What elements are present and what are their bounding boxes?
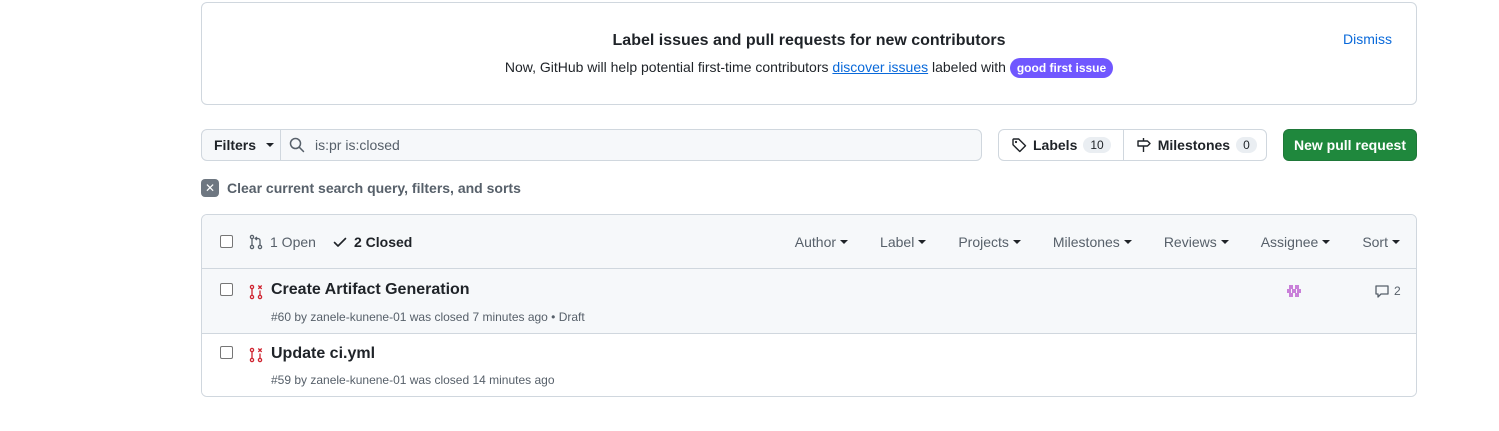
caret-down-icon: [1123, 240, 1132, 244]
search-input[interactable]: [315, 137, 955, 153]
close-icon: ✕: [201, 179, 219, 197]
select-all-checkbox[interactable]: [220, 235, 233, 248]
reviews-filter-label: Reviews: [1163, 234, 1217, 250]
caret-down-icon: [266, 143, 275, 147]
closed-count-label: 2 Closed: [354, 234, 413, 250]
pr-meta: #59 by zanele-kunene-01 was closed 14 mi…: [271, 373, 555, 387]
comments-link[interactable]: 2: [1374, 283, 1401, 299]
comment-count: 2: [1394, 284, 1401, 298]
caret-down-icon: [840, 240, 849, 244]
milestones-filter[interactable]: Milestones: [1053, 234, 1132, 250]
banner-text-before: Now, GitHub will help potential first-ti…: [504, 59, 829, 75]
clear-filters-label: Clear current search query, filters, and…: [227, 180, 521, 196]
header-filters: Author Label Projects Milestones Reviews…: [795, 234, 1400, 250]
clear-filters-link[interactable]: ✕ Clear current search query, filters, a…: [201, 179, 521, 197]
discover-issues-link[interactable]: discover issues: [832, 59, 928, 75]
label-filter[interactable]: Label: [880, 234, 927, 250]
search-field[interactable]: [280, 129, 982, 161]
pull-request-list: 1 Open 2 Closed Author Label Projects Mi…: [201, 214, 1417, 397]
caret-down-icon: [1220, 240, 1229, 244]
labels-milestones-group: Labels 10 Milestones 0: [998, 129, 1267, 161]
row-checkbox[interactable]: [220, 283, 233, 296]
assignee-filter-label: Assignee: [1260, 234, 1319, 250]
labels-count: 10: [1083, 137, 1111, 153]
filters-button[interactable]: Filters: [201, 129, 281, 161]
label-filter-label: Label: [880, 234, 915, 250]
sort-filter[interactable]: Sort: [1362, 234, 1400, 250]
pr-title-link[interactable]: Update ci.yml: [271, 345, 375, 363]
contributor-banner: Label issues and pull requests for new c…: [201, 2, 1417, 105]
list-item: Create Artifact Generation #60 by zanele…: [202, 269, 1416, 334]
reviews-filter[interactable]: Reviews: [1164, 234, 1229, 250]
closed-filter-tab[interactable]: 2 Closed: [332, 234, 412, 250]
projects-filter-label: Projects: [958, 234, 1009, 250]
pr-title-link[interactable]: Create Artifact Generation: [271, 281, 470, 299]
banner-title: Label issues and pull requests for new c…: [612, 32, 1006, 49]
projects-filter[interactable]: Projects: [958, 234, 1021, 250]
author-filter[interactable]: Author: [794, 234, 849, 250]
git-pull-request-closed-icon: [249, 347, 263, 363]
milestones-count: 0: [1236, 137, 1257, 153]
caret-down-icon: [1322, 240, 1331, 244]
dismiss-button[interactable]: Dismiss: [1343, 31, 1392, 47]
filters-label: Filters: [214, 137, 257, 153]
list-item: Update ci.yml #59 by zanele-kunene-01 wa…: [202, 334, 1416, 396]
assignee-filter[interactable]: Assignee: [1261, 234, 1331, 250]
good-first-issue-label[interactable]: good first issue: [1009, 58, 1114, 78]
open-filter-tab[interactable]: 1 Open: [248, 234, 316, 250]
tag-icon: [1012, 138, 1027, 153]
git-pull-request-icon: [249, 234, 263, 250]
milestones-label: Milestones: [1157, 137, 1231, 153]
milestone-icon: [1137, 138, 1151, 152]
milestones-button[interactable]: Milestones 0: [1122, 130, 1269, 160]
avatar[interactable]: [1285, 283, 1303, 301]
sort-filter-label: Sort: [1362, 234, 1388, 250]
caret-down-icon: [1392, 240, 1400, 244]
check-icon: [333, 237, 347, 247]
list-header: 1 Open 2 Closed Author Label Projects Mi…: [202, 215, 1416, 269]
banner-text-after: labeled with: [932, 59, 1006, 75]
git-pull-request-closed-icon: [249, 284, 263, 300]
labels-label: Labels: [1033, 137, 1078, 153]
new-pull-request-button[interactable]: New pull request: [1283, 129, 1417, 161]
author-filter-label: Author: [794, 234, 837, 250]
pr-meta: #60 by zanele-kunene-01 was closed 7 min…: [271, 310, 585, 324]
comment-icon: [1375, 285, 1389, 298]
caret-down-icon: [918, 240, 927, 244]
open-count-label: 1 Open: [270, 234, 316, 250]
caret-down-icon: [1012, 240, 1021, 244]
search-icon: [289, 137, 305, 153]
banner-text: Now, GitHub will help potential first-ti…: [202, 58, 1416, 78]
row-checkbox[interactable]: [220, 346, 233, 359]
milestones-filter-label: Milestones: [1052, 234, 1120, 250]
labels-button[interactable]: Labels 10: [999, 130, 1123, 160]
